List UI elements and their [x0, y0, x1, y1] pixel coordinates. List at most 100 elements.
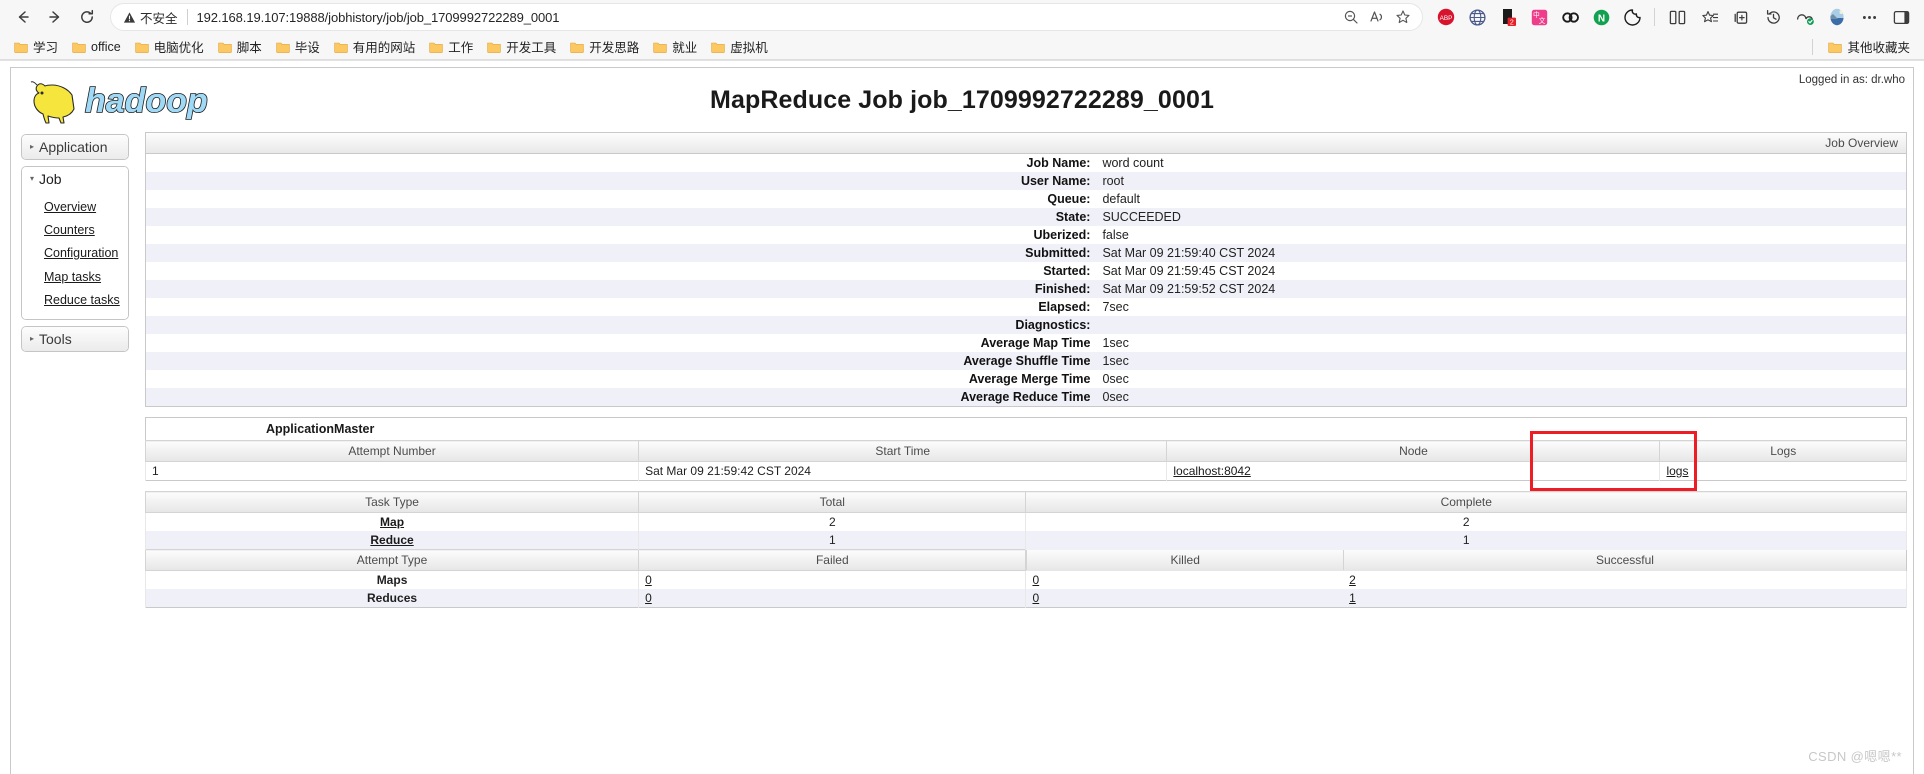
bookmark-item[interactable]: 学习 — [8, 35, 64, 58]
node-link[interactable]: localhost:8042 — [1173, 464, 1250, 478]
table-row: User Name: root — [145, 172, 1907, 190]
map-task-link[interactable]: Map — [380, 515, 404, 529]
cell-start-time: Sat Mar 09 21:59:42 CST 2024 — [638, 461, 1168, 481]
table-header-row: Attempt Number Start Time Node Logs — [144, 440, 1907, 462]
performance-icon[interactable] — [1790, 3, 1820, 31]
row-value: default — [1102, 192, 1140, 206]
table-row: Reduces 0 0 1 — [144, 589, 1907, 608]
col-killed: Killed — [1026, 550, 1344, 570]
more-options-icon[interactable] — [1854, 3, 1884, 31]
zoom-out-icon[interactable] — [1338, 5, 1364, 29]
reduces-successful-link[interactable]: 1 — [1349, 591, 1356, 605]
sidebar-item-configuration[interactable]: Configuration — [44, 246, 118, 260]
sidebar-group-header[interactable]: ▾ Job — [22, 167, 128, 191]
folder-icon — [429, 42, 443, 53]
sidebar-group-job[interactable]: ▾ Job Overview Counters Configuration Ma… — [21, 166, 129, 320]
extensions-strip: ABP 2 中文 N — [1431, 3, 1647, 31]
cell-failed: 0 — [638, 589, 1027, 608]
bookmark-label: 学习 — [33, 41, 59, 55]
job-overview-table: Job Overview Job Name: word count User Na… — [145, 132, 1907, 407]
cell-complete: 2 — [1025, 512, 1907, 531]
cookie-icon[interactable] — [1617, 3, 1647, 31]
add-collection-icon[interactable] — [1726, 3, 1756, 31]
list-item[interactable]: Counters — [44, 218, 128, 241]
logs-link[interactable]: logs — [1666, 464, 1688, 478]
cell-attempt-type: Maps — [144, 570, 640, 589]
sidebar-item-map-tasks[interactable]: Map tasks — [44, 270, 101, 284]
row-label: State: — [1055, 210, 1091, 224]
bookmark-item[interactable]: 开发工具 — [481, 35, 562, 58]
list-item[interactable]: Reduce tasks — [44, 288, 128, 311]
table-row: Finished: Sat Mar 09 21:59:52 CST 2024 — [145, 280, 1907, 298]
bookmark-label: 毕设 — [294, 41, 320, 55]
other-bookmarks-folder[interactable]: 其他收藏夹 — [1822, 35, 1916, 58]
split-screen-icon[interactable] — [1662, 3, 1692, 31]
maps-successful-link[interactable]: 2 — [1349, 573, 1356, 587]
svg-text:N: N — [1597, 13, 1604, 24]
bookmark-label: 开发工具 — [506, 41, 557, 55]
collections-star-icon[interactable] — [1694, 3, 1724, 31]
sidebar-group-tools[interactable]: ▸ Tools — [21, 325, 129, 352]
bookmark-label: 虚拟机 — [730, 41, 768, 55]
row-label: Uberized: — [1033, 228, 1091, 242]
bookmark-item[interactable]: office — [66, 38, 127, 56]
bookmark-label: 就业 — [672, 41, 698, 55]
cell-attempt-type: Reduces — [144, 589, 640, 608]
row-label: Average Reduce Time — [960, 390, 1091, 404]
translate-icon[interactable]: 中文 — [1524, 3, 1554, 31]
list-item[interactable]: Overview — [44, 195, 128, 218]
list-item[interactable]: Configuration — [44, 241, 128, 264]
maps-failed-link[interactable]: 0 — [645, 573, 652, 587]
co-icon[interactable] — [1555, 3, 1585, 31]
sidebar-item-counters[interactable]: Counters — [44, 223, 95, 237]
sidebar-group-application[interactable]: ▸ Application — [21, 134, 129, 160]
folder-icon — [487, 42, 501, 53]
sidebar-item-reduce-tasks[interactable]: Reduce tasks — [44, 293, 120, 307]
maps-killed-link[interactable]: 0 — [1032, 573, 1039, 587]
sidebar-item-overview[interactable]: Overview — [44, 200, 96, 214]
bookmark-item[interactable]: 虚拟机 — [705, 35, 774, 58]
table-header-row: Attempt Type Failed Killed Successful — [144, 549, 1907, 571]
favorite-star-icon[interactable] — [1390, 5, 1416, 29]
row-label: Average Map Time — [980, 336, 1091, 350]
reduces-killed-link[interactable]: 0 — [1032, 591, 1039, 605]
address-bar[interactable]: 不安全 192.168.19.107:19888/jobhistory/job/… — [110, 3, 1423, 31]
col-failed: Failed — [638, 549, 1027, 571]
url-text[interactable]: 192.168.19.107:19888/jobhistory/job/job_… — [197, 10, 1338, 25]
bookmark-item[interactable]: 工作 — [423, 35, 479, 58]
sidebar-toggle-icon[interactable] — [1886, 3, 1916, 31]
csdn-watermark: CSDN @嗯嗯** — [1808, 749, 1902, 764]
folder-icon — [334, 42, 348, 53]
row-value: Sat Mar 09 21:59:52 CST 2024 — [1102, 282, 1276, 296]
abp-icon[interactable]: ABP — [1431, 3, 1461, 31]
sidebar-group-header[interactable]: ▸ Tools — [22, 326, 128, 351]
read-aloud-icon[interactable] — [1364, 5, 1390, 29]
folder-icon — [217, 42, 232, 53]
sidebar-group-header[interactable]: ▸ Application — [22, 135, 128, 159]
list-item[interactable]: Map tasks — [44, 265, 128, 288]
forward-arrow-icon[interactable] — [40, 3, 70, 31]
security-status[interactable]: 不安全 — [123, 8, 178, 27]
table-row: Queue: default — [145, 190, 1907, 208]
reduces-failed-link[interactable]: 0 — [645, 591, 652, 605]
reduce-task-link[interactable]: Reduce — [370, 533, 413, 547]
history-icon[interactable] — [1758, 3, 1788, 31]
table-row: Job Name: word count — [145, 153, 1907, 172]
bookmark-item[interactable]: 就业 — [647, 35, 703, 58]
bookmark-item[interactable]: 有用的网站 — [328, 35, 422, 58]
col-killed-successful: Killed Successful — [1025, 549, 1907, 571]
bookmark-item[interactable]: 电脑优化 — [129, 35, 210, 58]
bookmark-item[interactable]: 脚本 — [212, 35, 268, 58]
download-badge-icon[interactable]: 2 — [1493, 3, 1523, 31]
reload-icon[interactable] — [72, 3, 102, 31]
profile-avatar-icon[interactable] — [1822, 3, 1852, 31]
notion-icon[interactable]: N — [1586, 3, 1616, 31]
globe-icon[interactable] — [1462, 3, 1492, 31]
main-content: Job Overview Job Name: word count User Na… — [129, 132, 1913, 618]
toolbar-divider — [1654, 8, 1655, 26]
bookmark-item[interactable]: 开发思路 — [564, 35, 645, 58]
bookmark-item[interactable]: 毕设 — [270, 35, 326, 58]
page-header: hadoop MapReduce Job job_1709992722289_0… — [11, 68, 1913, 132]
back-arrow-icon[interactable] — [8, 3, 38, 31]
row-label: Finished: — [1034, 282, 1091, 296]
